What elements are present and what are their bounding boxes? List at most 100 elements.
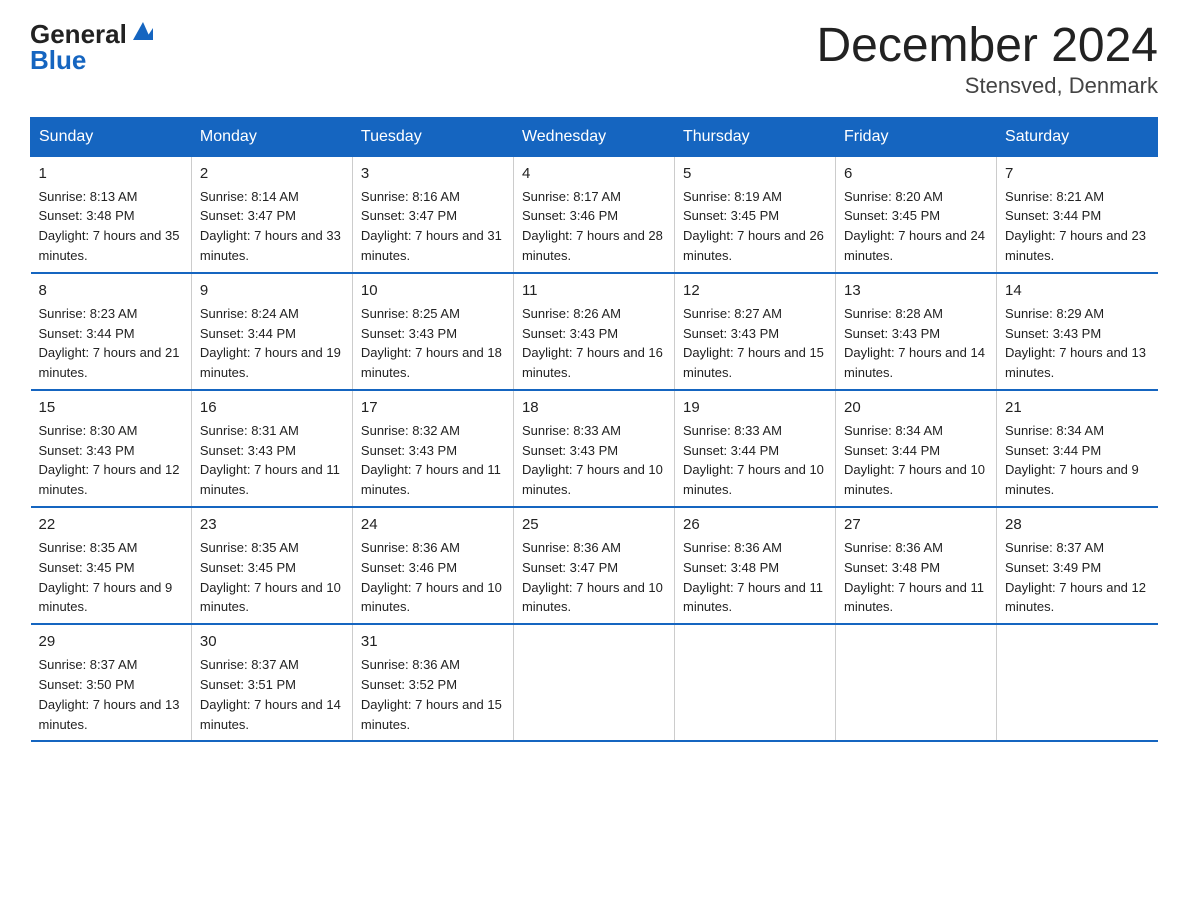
table-row: 10 Sunrise: 8:25 AMSunset: 3:43 PMDayligh… xyxy=(352,273,513,390)
page-subtitle: Stensved, Denmark xyxy=(816,73,1158,99)
table-row xyxy=(674,624,835,741)
day-number: 14 xyxy=(1005,280,1149,302)
day-info: Sunrise: 8:28 AMSunset: 3:43 PMDaylight:… xyxy=(844,306,985,381)
table-row: 16 Sunrise: 8:31 AMSunset: 3:43 PMDayligh… xyxy=(191,390,352,507)
day-info: Sunrise: 8:35 AMSunset: 3:45 PMDaylight:… xyxy=(200,540,341,615)
day-number: 21 xyxy=(1005,397,1149,419)
day-info: Sunrise: 8:36 AMSunset: 3:52 PMDaylight:… xyxy=(361,657,502,732)
day-number: 24 xyxy=(361,514,505,536)
day-number: 25 xyxy=(522,514,666,536)
day-number: 19 xyxy=(683,397,827,419)
day-info: Sunrise: 8:32 AMSunset: 3:43 PMDaylight:… xyxy=(361,423,501,498)
table-row: 2Sunrise: 8:14 AMSunset: 3:47 PMDaylight… xyxy=(191,156,352,273)
day-number: 27 xyxy=(844,514,988,536)
day-info: Sunrise: 8:21 AMSunset: 3:44 PMDaylight:… xyxy=(1005,189,1146,264)
table-row: 14Sunrise: 8:29 AMSunset: 3:43 PMDayligh… xyxy=(997,273,1158,390)
table-row: 22 Sunrise: 8:35 AMSunset: 3:45 PMDayligh… xyxy=(31,507,192,624)
table-row: 1 Sunrise: 8:13 AMSunset: 3:48 PMDaylight… xyxy=(31,156,192,273)
day-info: Sunrise: 8:16 AMSunset: 3:47 PMDaylight:… xyxy=(361,189,502,264)
day-number: 6 xyxy=(844,163,988,185)
table-row: 26Sunrise: 8:36 AMSunset: 3:48 PMDayligh… xyxy=(674,507,835,624)
table-row: 28 Sunrise: 8:37 AMSunset: 3:49 PMDayligh… xyxy=(997,507,1158,624)
calendar-week-row: 29 Sunrise: 8:37 AMSunset: 3:50 PMDayligh… xyxy=(31,624,1158,741)
day-number: 11 xyxy=(522,280,666,302)
day-number: 7 xyxy=(1005,163,1149,185)
day-number: 20 xyxy=(844,397,988,419)
logo: General Blue xyxy=(30,20,153,73)
calendar-table: Sunday Monday Tuesday Wednesday Thursday… xyxy=(30,117,1158,743)
day-number: 5 xyxy=(683,163,827,185)
day-info: Sunrise: 8:36 AMSunset: 3:48 PMDaylight:… xyxy=(683,540,823,615)
day-info: Sunrise: 8:27 AMSunset: 3:43 PMDaylight:… xyxy=(683,306,824,381)
table-row: 8 Sunrise: 8:23 AMSunset: 3:44 PMDaylight… xyxy=(31,273,192,390)
day-info: Sunrise: 8:19 AMSunset: 3:45 PMDaylight:… xyxy=(683,189,824,264)
header-saturday: Saturday xyxy=(997,117,1158,156)
day-number: 22 xyxy=(39,514,183,536)
day-info: Sunrise: 8:37 AMSunset: 3:49 PMDaylight:… xyxy=(1005,540,1146,615)
calendar-week-row: 22 Sunrise: 8:35 AMSunset: 3:45 PMDayligh… xyxy=(31,507,1158,624)
table-row: 29 Sunrise: 8:37 AMSunset: 3:50 PMDayligh… xyxy=(31,624,192,741)
day-number: 2 xyxy=(200,163,344,185)
page-header: General Blue December 2024 Stensved, Den… xyxy=(30,20,1158,99)
day-number: 9 xyxy=(200,280,344,302)
page-title: December 2024 xyxy=(816,20,1158,73)
header-thursday: Thursday xyxy=(674,117,835,156)
day-info: Sunrise: 8:26 AMSunset: 3:43 PMDaylight:… xyxy=(522,306,663,381)
day-number: 16 xyxy=(200,397,344,419)
header-wednesday: Wednesday xyxy=(513,117,674,156)
day-number: 3 xyxy=(361,163,505,185)
day-info: Sunrise: 8:30 AMSunset: 3:43 PMDaylight:… xyxy=(39,423,180,498)
calendar-week-row: 8 Sunrise: 8:23 AMSunset: 3:44 PMDaylight… xyxy=(31,273,1158,390)
day-info: Sunrise: 8:37 AMSunset: 3:51 PMDaylight:… xyxy=(200,657,341,732)
day-info: Sunrise: 8:33 AMSunset: 3:43 PMDaylight:… xyxy=(522,423,663,498)
day-number: 31 xyxy=(361,631,505,653)
table-row: 13Sunrise: 8:28 AMSunset: 3:43 PMDayligh… xyxy=(836,273,997,390)
day-number: 8 xyxy=(39,280,183,302)
day-info: Sunrise: 8:13 AMSunset: 3:48 PMDaylight:… xyxy=(39,189,180,264)
table-row xyxy=(513,624,674,741)
table-row: 17Sunrise: 8:32 AMSunset: 3:43 PMDayligh… xyxy=(352,390,513,507)
table-row: 9 Sunrise: 8:24 AMSunset: 3:44 PMDaylight… xyxy=(191,273,352,390)
day-info: Sunrise: 8:25 AMSunset: 3:43 PMDaylight:… xyxy=(361,306,502,381)
table-row: 11 Sunrise: 8:26 AMSunset: 3:43 PMDayligh… xyxy=(513,273,674,390)
calendar-header-row: Sunday Monday Tuesday Wednesday Thursday… xyxy=(31,117,1158,156)
table-row: 23Sunrise: 8:35 AMSunset: 3:45 PMDayligh… xyxy=(191,507,352,624)
table-row: 5 Sunrise: 8:19 AMSunset: 3:45 PMDaylight… xyxy=(674,156,835,273)
table-row: 12 Sunrise: 8:27 AMSunset: 3:43 PMDayligh… xyxy=(674,273,835,390)
table-row: 19 Sunrise: 8:33 AMSunset: 3:44 PMDayligh… xyxy=(674,390,835,507)
day-info: Sunrise: 8:24 AMSunset: 3:44 PMDaylight:… xyxy=(200,306,341,381)
table-row xyxy=(997,624,1158,741)
table-row: 24Sunrise: 8:36 AMSunset: 3:46 PMDayligh… xyxy=(352,507,513,624)
day-info: Sunrise: 8:35 AMSunset: 3:45 PMDaylight:… xyxy=(39,540,173,615)
day-info: Sunrise: 8:37 AMSunset: 3:50 PMDaylight:… xyxy=(39,657,180,732)
table-row: 25 Sunrise: 8:36 AMSunset: 3:47 PMDayligh… xyxy=(513,507,674,624)
calendar-week-row: 15 Sunrise: 8:30 AMSunset: 3:43 PMDayligh… xyxy=(31,390,1158,507)
day-info: Sunrise: 8:17 AMSunset: 3:46 PMDaylight:… xyxy=(522,189,663,264)
title-block: December 2024 Stensved, Denmark xyxy=(816,20,1158,99)
header-tuesday: Tuesday xyxy=(352,117,513,156)
table-row: 7 Sunrise: 8:21 AMSunset: 3:44 PMDaylight… xyxy=(997,156,1158,273)
day-info: Sunrise: 8:36 AMSunset: 3:47 PMDaylight:… xyxy=(522,540,663,615)
day-number: 4 xyxy=(522,163,666,185)
table-row: 20 Sunrise: 8:34 AMSunset: 3:44 PMDayligh… xyxy=(836,390,997,507)
table-row: 18Sunrise: 8:33 AMSunset: 3:43 PMDayligh… xyxy=(513,390,674,507)
day-number: 29 xyxy=(39,631,183,653)
day-number: 10 xyxy=(361,280,505,302)
day-info: Sunrise: 8:34 AMSunset: 3:44 PMDaylight:… xyxy=(1005,423,1139,498)
day-info: Sunrise: 8:31 AMSunset: 3:43 PMDaylight:… xyxy=(200,423,340,498)
day-number: 12 xyxy=(683,280,827,302)
day-info: Sunrise: 8:20 AMSunset: 3:45 PMDaylight:… xyxy=(844,189,985,264)
day-info: Sunrise: 8:33 AMSunset: 3:44 PMDaylight:… xyxy=(683,423,824,498)
day-info: Sunrise: 8:23 AMSunset: 3:44 PMDaylight:… xyxy=(39,306,180,381)
table-row: 15 Sunrise: 8:30 AMSunset: 3:43 PMDayligh… xyxy=(31,390,192,507)
day-number: 15 xyxy=(39,397,183,419)
header-friday: Friday xyxy=(836,117,997,156)
day-number: 28 xyxy=(1005,514,1149,536)
header-sunday: Sunday xyxy=(31,117,192,156)
calendar-week-row: 1 Sunrise: 8:13 AMSunset: 3:48 PMDaylight… xyxy=(31,156,1158,273)
day-number: 30 xyxy=(200,631,344,653)
table-row: 30 Sunrise: 8:37 AMSunset: 3:51 PMDayligh… xyxy=(191,624,352,741)
day-info: Sunrise: 8:34 AMSunset: 3:44 PMDaylight:… xyxy=(844,423,985,498)
header-monday: Monday xyxy=(191,117,352,156)
day-number: 1 xyxy=(39,163,183,185)
